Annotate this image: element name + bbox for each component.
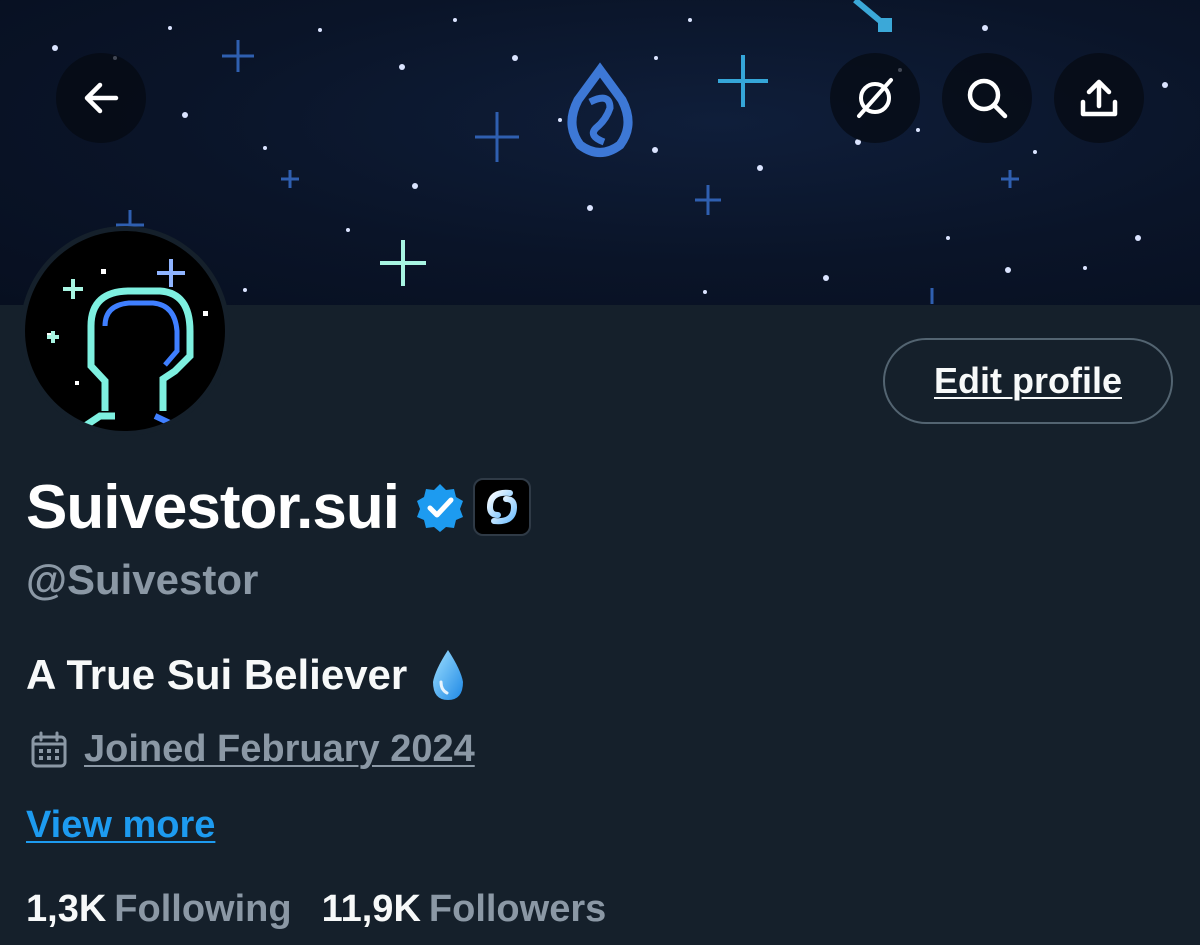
profile-handle: @Suivestor <box>26 556 259 603</box>
edit-profile-button[interactable]: Edit profile <box>883 338 1173 424</box>
back-button[interactable] <box>56 53 146 143</box>
follow-stats: 1,3K Following 11,9K Followers <box>26 888 606 931</box>
view-more-link[interactable]: View more <box>26 804 215 847</box>
pixel-head-avatar-art <box>47 259 208 431</box>
following-count: 1,3K <box>26 888 107 930</box>
profile-bio: A True Sui Believer <box>26 648 467 702</box>
share-button[interactable] <box>1054 53 1144 143</box>
no-reply-button[interactable] <box>830 53 920 143</box>
verified-badge-icon[interactable] <box>415 482 465 532</box>
search-icon <box>967 78 1008 119</box>
followers-count: 11,9K <box>321 888 421 930</box>
no-reply-icon <box>857 78 893 118</box>
search-button[interactable] <box>942 53 1032 143</box>
profile-name-row: Suivestor.sui <box>26 472 531 542</box>
display-name: Suivestor.sui <box>26 472 400 542</box>
followers-label: Followers <box>428 888 607 930</box>
avatar-image <box>25 231 225 431</box>
joined-date-text[interactable]: Joined February 2024 <box>84 728 475 771</box>
share-icon <box>1080 79 1118 117</box>
affiliate-badge-icon[interactable] <box>472 478 531 536</box>
followers-stat-link[interactable]: 11,9K Followers <box>322 888 607 931</box>
arrow-left-icon <box>84 82 119 114</box>
calendar-icon <box>31 731 67 767</box>
joined-date-row: Joined February 2024 <box>30 728 475 771</box>
following-label: Following <box>114 888 292 930</box>
following-stat-link[interactable]: 1,3K Following <box>26 888 292 931</box>
bio-text: A True Sui Believer <box>26 651 408 698</box>
droplet-emoji-icon <box>429 648 467 702</box>
avatar[interactable] <box>20 226 230 436</box>
